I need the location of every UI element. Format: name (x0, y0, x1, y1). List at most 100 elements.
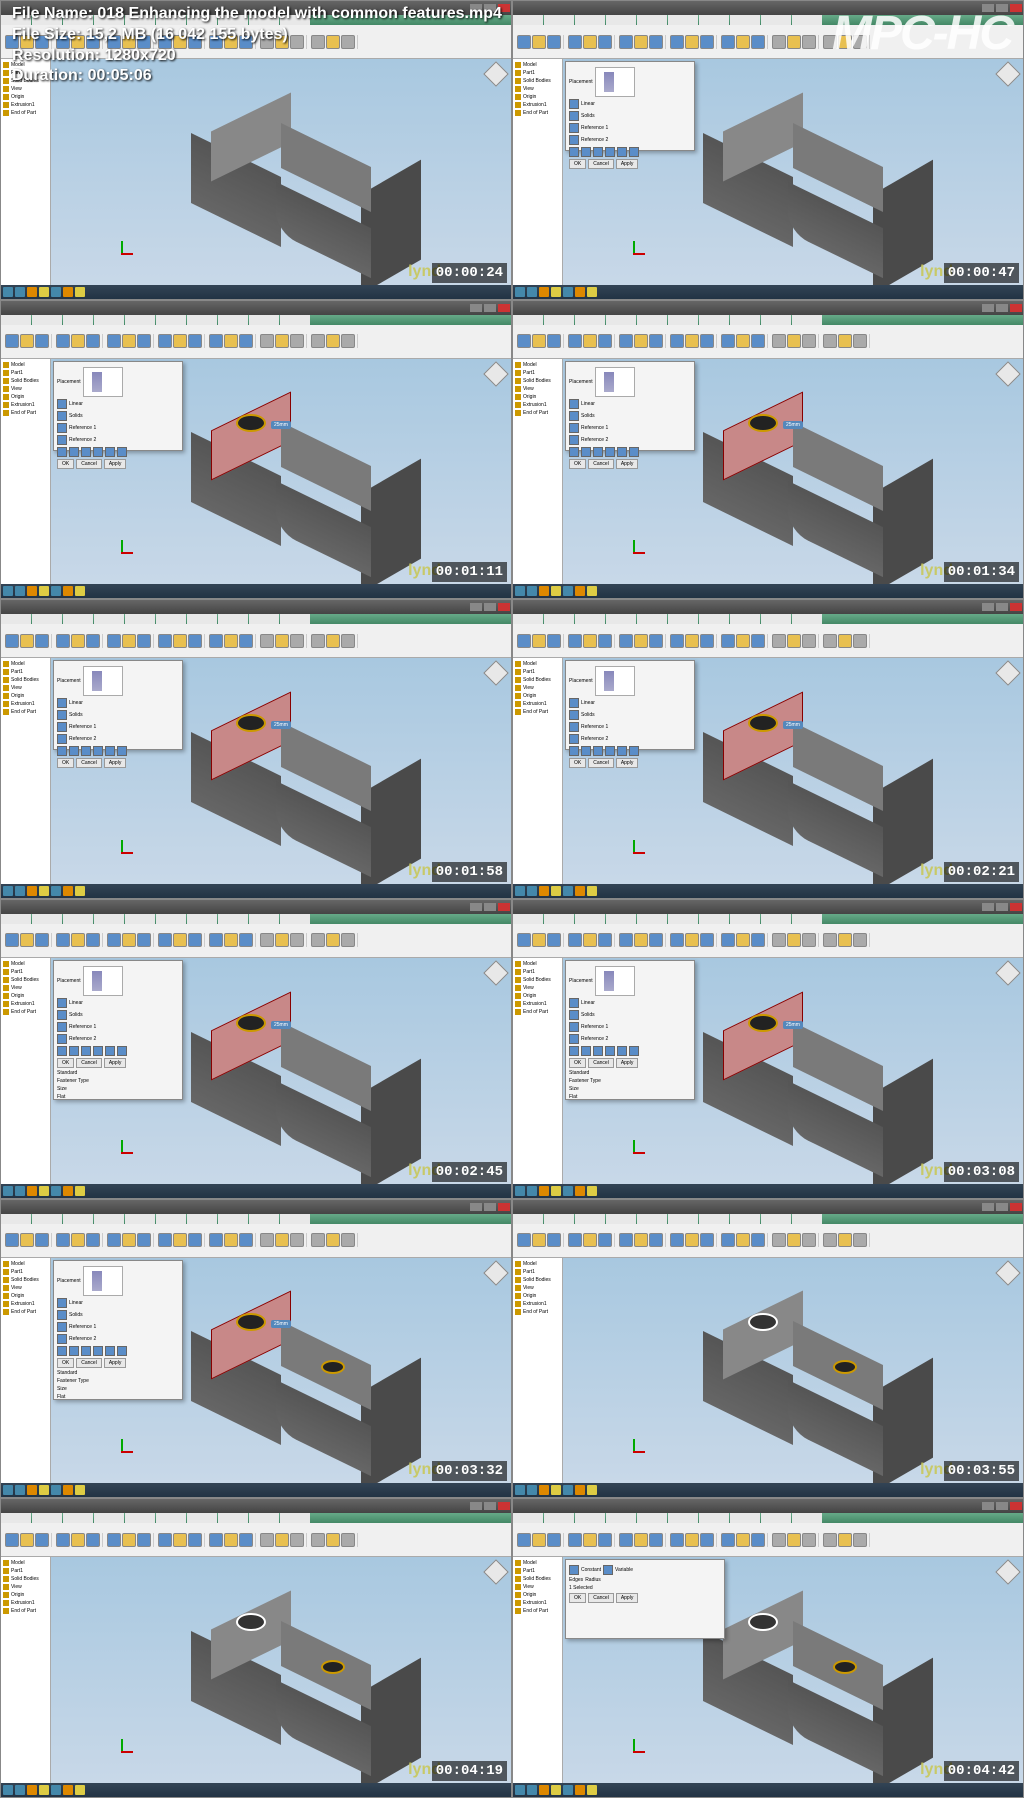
ribbon-button-icon[interactable] (583, 1233, 597, 1247)
ribbon-button-icon[interactable] (634, 933, 648, 947)
select-icon[interactable] (569, 435, 579, 445)
taskbar-app-icon[interactable] (39, 1485, 49, 1495)
ribbon-button-icon[interactable] (5, 334, 19, 348)
ribbon-button-icon[interactable] (532, 634, 546, 648)
sidebar-item[interactable]: Extrusion1 (515, 700, 560, 708)
dialog-option-row[interactable]: Reference 2 (569, 734, 691, 744)
ribbon-button-icon[interactable] (341, 634, 355, 648)
ribbon-button-icon[interactable] (275, 634, 289, 648)
sidebar-item[interactable]: Origin (515, 93, 560, 101)
hole-type-icon[interactable] (617, 147, 627, 157)
3d-model[interactable]: 25mm (181, 406, 381, 536)
hole-type-icon[interactable] (581, 1046, 591, 1056)
ribbon-tab[interactable] (606, 1214, 636, 1224)
dialog-button[interactable]: OK (57, 1058, 74, 1068)
hole-type-icon[interactable] (93, 1046, 103, 1056)
viewcube-icon[interactable] (995, 61, 1020, 86)
sidebar-item[interactable]: Part1 (515, 369, 560, 377)
ribbon-button-icon[interactable] (107, 334, 121, 348)
taskbar-app-icon[interactable] (527, 886, 537, 896)
ribbon-tab[interactable] (730, 1513, 760, 1523)
dialog-ext-row[interactable]: Standard (57, 1370, 179, 1376)
ribbon-button-icon[interactable] (209, 634, 223, 648)
ribbon-tab[interactable] (575, 614, 605, 624)
taskbar-app-icon[interactable] (75, 287, 85, 297)
ribbon-button-icon[interactable] (137, 634, 151, 648)
ribbon-button-icon[interactable] (772, 634, 786, 648)
ribbon-button-icon[interactable] (517, 933, 531, 947)
ribbon-tab[interactable] (730, 914, 760, 924)
ribbon-button-icon[interactable] (158, 1533, 172, 1547)
sidebar-item[interactable]: View (3, 684, 48, 692)
hole-type-icon[interactable] (569, 447, 579, 457)
sidebar-item[interactable]: Solid Bodies (3, 1276, 48, 1284)
close-icon[interactable] (498, 1203, 510, 1211)
sidebar-item[interactable]: Origin (3, 1591, 48, 1599)
dialog-button[interactable]: OK (57, 758, 74, 768)
select-icon[interactable] (569, 698, 579, 708)
ribbon-tab[interactable] (699, 15, 729, 25)
ribbon-tab[interactable] (1, 614, 31, 624)
ribbon-button-icon[interactable] (260, 1233, 274, 1247)
hole-type-icon[interactable] (69, 447, 79, 457)
ribbon-button-icon[interactable] (700, 634, 714, 648)
sidebar-item[interactable]: Part1 (3, 1268, 48, 1276)
taskbar-app-icon[interactable] (527, 1186, 537, 1196)
ribbon-button-icon[interactable] (326, 334, 340, 348)
dialog-button[interactable]: OK (569, 459, 586, 469)
ribbon-button-icon[interactable] (568, 1533, 582, 1547)
hole-type-icon[interactable] (581, 447, 591, 457)
ribbon-button-icon[interactable] (158, 634, 172, 648)
sidebar-item[interactable]: Extrusion1 (515, 1000, 560, 1008)
taskbar-app-icon[interactable] (551, 1186, 561, 1196)
ribbon-tab[interactable] (792, 914, 822, 924)
taskbar-app-icon[interactable] (515, 287, 525, 297)
ribbon-button-icon[interactable] (56, 334, 70, 348)
taskbar-app-icon[interactable] (515, 1186, 525, 1196)
dialog-button[interactable]: OK (57, 459, 74, 469)
ribbon-tab[interactable] (1, 1513, 31, 1523)
ribbon-button-icon[interactable] (547, 1233, 561, 1247)
ribbon-button-icon[interactable] (802, 933, 816, 947)
ribbon-button-icon[interactable] (5, 1233, 19, 1247)
dialog-option-row[interactable]: Reference 2 (57, 435, 179, 445)
hole-type-icon[interactable] (593, 147, 603, 157)
ribbon-button-icon[interactable] (188, 634, 202, 648)
taskbar-app-icon[interactable] (563, 1485, 573, 1495)
ribbon-button-icon[interactable] (547, 634, 561, 648)
ribbon-button-icon[interactable] (649, 1233, 663, 1247)
ribbon-button-icon[interactable] (188, 1233, 202, 1247)
ribbon-button-icon[interactable] (700, 334, 714, 348)
ribbon-tab[interactable] (218, 315, 248, 325)
dialog-ext-row[interactable]: Fastener Type (569, 1078, 691, 1084)
ribbon-button-icon[interactable] (137, 933, 151, 947)
hole-type-icon[interactable] (105, 746, 115, 756)
taskbar-app-icon[interactable] (15, 1785, 25, 1795)
hole-type-icon[interactable] (117, 746, 127, 756)
taskbar-app-icon[interactable] (63, 287, 73, 297)
taskbar-app-icon[interactable] (3, 586, 13, 596)
sidebar-item[interactable]: End of Part (3, 708, 48, 716)
ribbon-tab[interactable] (513, 614, 543, 624)
ribbon-button-icon[interactable] (751, 634, 765, 648)
ribbon-button-icon[interactable] (158, 933, 172, 947)
sidebar-item[interactable]: Model (515, 660, 560, 668)
ribbon-button-icon[interactable] (239, 933, 253, 947)
ribbon-button-icon[interactable] (71, 933, 85, 947)
dimension-label[interactable]: 25mm (271, 421, 291, 429)
ribbon-button-icon[interactable] (5, 1533, 19, 1547)
video-thumbnail[interactable]: ModelPart1Solid BodiesViewOriginExtrusio… (512, 1498, 1024, 1798)
ribbon-button-icon[interactable] (20, 1533, 34, 1547)
dialog-option-row[interactable]: Reference 2 (57, 734, 179, 744)
3d-viewport[interactable]: 25mmPlacementLinearSolidsReference 1Refe… (563, 359, 1023, 585)
hole-feature-icon[interactable] (236, 414, 266, 432)
ribbon-button-icon[interactable] (721, 1533, 735, 1547)
sidebar-item[interactable]: Extrusion1 (3, 1599, 48, 1607)
sidebar-item[interactable]: Origin (515, 393, 560, 401)
ribbon-button-icon[interactable] (107, 634, 121, 648)
video-thumbnail[interactable]: ModelPart1Solid BodiesViewOriginExtrusio… (512, 899, 1024, 1199)
ribbon-button-icon[interactable] (685, 334, 699, 348)
ribbon-button-icon[interactable] (5, 634, 19, 648)
ribbon-button-icon[interactable] (547, 334, 561, 348)
ribbon-button-icon[interactable] (122, 1233, 136, 1247)
